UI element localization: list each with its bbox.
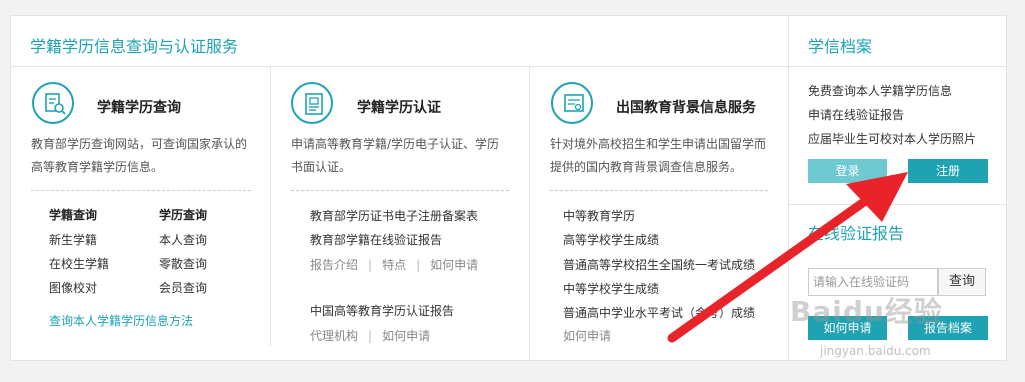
certificate-icon [291,82,333,124]
column-description: 申请高等教育学籍/学历电子认证、学历 书面认证。 [291,133,499,179]
desc-line: 教育部学历查询网站，可查询国家承认的 [31,137,248,151]
column-description: 教育部学历查询网站，可查询国家承认的 高等教育学籍学历信息。 [31,133,247,179]
grid-head-xueli: 学历查询 [159,208,208,222]
link-xinsheng[interactable]: 新生学籍 [49,231,97,248]
link-cert-report[interactable]: 中国高等教育学历认证报告 [310,302,454,319]
desc-line: 针对境外高校招生和学生申请出国留学而 [550,137,767,151]
register-button[interactable]: 注册 [908,159,988,183]
link-huiyuan[interactable]: 会员查询 [159,279,207,296]
watermark-logo: Baidu经验 [790,295,943,328]
desc-line: 高等教育学籍学历信息。 [31,160,164,174]
link-zaixiaosheng[interactable]: 在校生学籍 [49,255,109,272]
col-divider-1 [270,66,271,346]
desc-line: 申请高等教育学籍/学历电子认证、学历 [291,137,500,151]
link-how-apply[interactable]: 如何申请 [430,258,478,272]
link-how-apply[interactable]: 如何申请 [563,327,611,344]
separator: | [368,258,373,272]
diploma-icon [551,82,593,124]
link-intro[interactable]: 报告介绍 [310,258,358,272]
link-features[interactable]: 特点 [382,258,406,272]
watermark-url: jingyan.baidu.com [820,344,931,358]
link-beianbiao[interactable]: 教育部学历证书电子注册备案表 [310,207,478,224]
column-title: 学籍学历查询 [97,100,181,116]
main-title: 学籍学历信息查询与认证服务 [30,37,239,56]
link-lingsan[interactable]: 零散查询 [159,255,207,272]
column-title: 学籍学历认证 [357,100,441,116]
link-secondary-edu[interactable]: 中等教育学历 [563,207,635,224]
link-middle-grades[interactable]: 中等学校学生成绩 [563,280,659,297]
col-divider-2 [529,66,530,361]
link-zaixian-report[interactable]: 教育部学籍在线验证报告 [310,231,442,248]
sub-links-1: 报告介绍 | 特点 | 如何申请 [310,256,478,273]
grid-head-xueji: 学籍查询 [49,208,98,222]
dashed-divider [291,190,509,191]
dashed-divider [31,190,251,191]
desc-line: 书面认证。 [291,160,352,174]
link-tuxiang[interactable]: 图像校对 [49,279,97,296]
link-agency[interactable]: 代理机构 [310,329,358,343]
separator: | [416,258,421,272]
search-doc-icon [32,82,74,124]
header-divider [10,66,1007,67]
sub-links-2: 代理机构 | 如何申请 [310,327,430,344]
sidebar-link-free-query[interactable]: 免费查询本人学籍学历信息 [808,82,952,99]
sidebar-title: 学信档案 [808,37,873,56]
sidebar-link-photo-check[interactable]: 应届毕业生可校对本人学历照片 [808,130,976,147]
method-link[interactable]: 查询本人学籍学历信息方法 [49,312,193,329]
column-title: 出国教育背景信息服务 [616,100,756,116]
separator: | [368,329,373,343]
link-benren[interactable]: 本人查询 [159,231,207,248]
sidebar-link-apply-report[interactable]: 申请在线验证报告 [808,106,904,123]
link-how-apply[interactable]: 如何申请 [382,329,430,343]
verify-query-button[interactable]: 查询 [938,268,986,296]
link-college-grades[interactable]: 高等学校学生成绩 [563,231,659,248]
